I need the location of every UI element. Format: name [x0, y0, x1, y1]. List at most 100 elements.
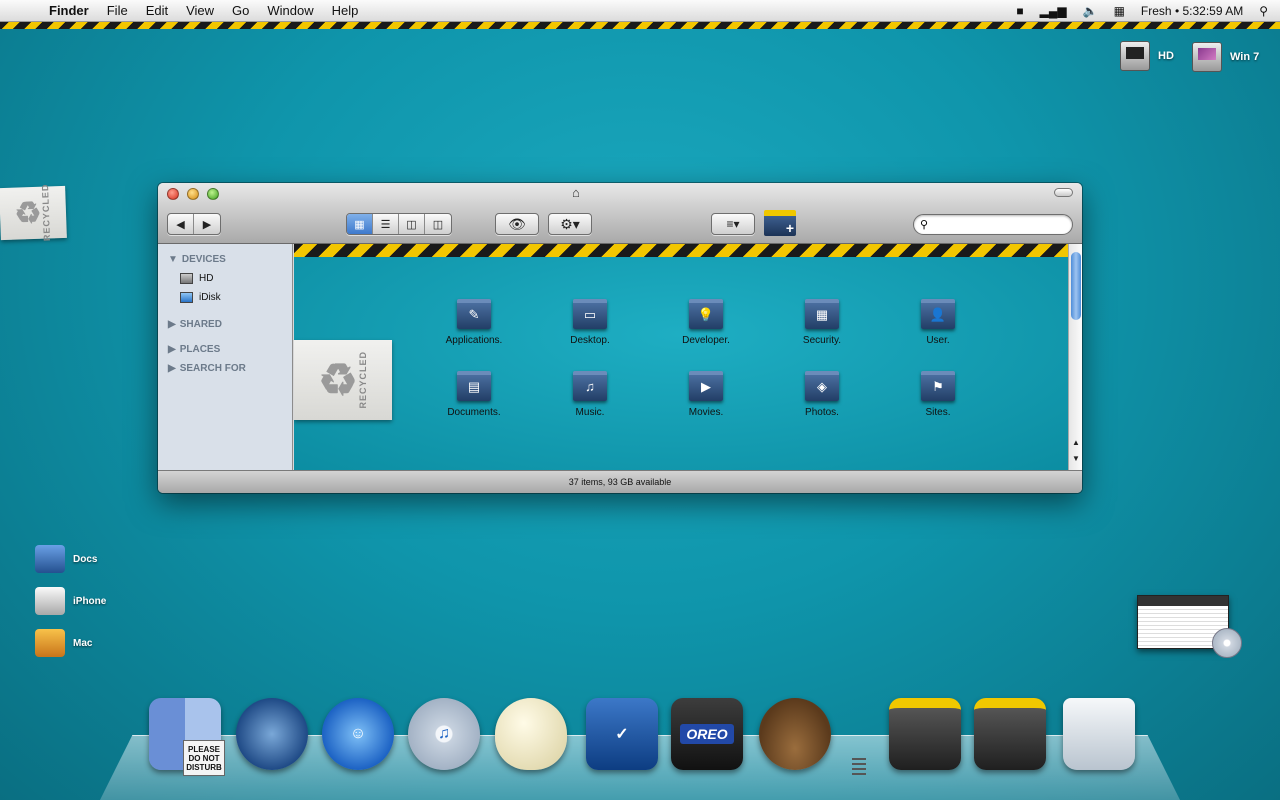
new-folder-button[interactable]: +	[764, 210, 796, 236]
hazard-stripe	[294, 244, 1068, 257]
sidebar-section-shared[interactable]: ▶ SHARED	[158, 315, 292, 334]
dock-item-firefox[interactable]	[233, 695, 311, 773]
finder-content-area: ♻ RECYCLED ✎ Applications. ▭ Desktop. 💡 …	[294, 244, 1068, 470]
sidebar-item-idisk[interactable]: iDisk	[158, 288, 292, 307]
folder-developer[interactable]: 💡 Developer.	[666, 299, 746, 346]
sidebar-header-label: PLACES	[179, 344, 221, 355]
folder-label: Sites.	[925, 407, 951, 418]
itunes-disc-icon	[1212, 628, 1242, 658]
sidebar-item-hd[interactable]: HD	[158, 269, 292, 288]
folder-label: Security.	[802, 335, 842, 346]
recycled-tag-text: RECYCLED	[357, 351, 368, 409]
desktop-drive-hd[interactable]: HD	[1120, 41, 1174, 71]
folder-desktop[interactable]: ▭ Desktop.	[550, 299, 630, 346]
menu-app-name[interactable]: Finder	[40, 3, 98, 18]
menu-clock[interactable]: • 5:32:59 AM	[1175, 4, 1243, 18]
dock-item-itunes[interactable]: ♫	[405, 695, 483, 773]
folder-label: Applications.	[445, 335, 503, 346]
folder-user[interactable]: 👤 User.	[898, 299, 978, 346]
menu-edit[interactable]: Edit	[137, 3, 177, 18]
quick-look-button[interactable]: 👁	[495, 213, 539, 235]
window-preview-thumbnail[interactable]	[1137, 595, 1242, 658]
disclosure-closed-icon: ▶	[168, 319, 176, 330]
folder-security[interactable]: ▦ Security.	[782, 299, 862, 346]
scroll-down-arrow-icon[interactable]: ▼	[1069, 454, 1082, 468]
menu-view[interactable]: View	[177, 3, 223, 18]
recycled-tag: ♻ RECYCLED	[294, 340, 392, 420]
folder-documents[interactable]: ▤ Documents.	[434, 371, 514, 418]
bluetooth-icon[interactable]: ■	[1016, 4, 1023, 18]
sidebar-section-devices[interactable]: ▼ DEVICES	[158, 250, 292, 269]
itunes-icon: ♫	[408, 698, 480, 770]
blue-robot-icon	[35, 545, 65, 573]
bird-nest-icon	[759, 698, 831, 770]
minimize-button[interactable]	[187, 188, 199, 200]
desktop-item-iphone[interactable]: iPhone	[35, 587, 106, 615]
dock-item-downloads-stack[interactable]	[971, 695, 1049, 773]
user-name[interactable]: Fresh	[1141, 4, 1172, 18]
spotlight-search-icon[interactable]: ⚲	[1259, 4, 1268, 18]
dock-item-tasks[interactable]: ✓	[583, 695, 661, 773]
navigation-buttons: ◀ ▶	[167, 213, 221, 235]
windows-drive-icon	[1192, 42, 1222, 72]
close-button[interactable]	[167, 188, 179, 200]
coverflow-view-button[interactable]: ◫	[425, 214, 451, 234]
eye-icon: 👁	[508, 215, 526, 232]
folder-sites[interactable]: ⚑ Sites.	[898, 371, 978, 418]
scrollbar-thumb[interactable]	[1071, 252, 1081, 320]
hard-drive-icon	[180, 273, 193, 284]
action-menu-button[interactable]: ⚙▾	[548, 213, 592, 235]
desktop-item-mac[interactable]: Mac	[35, 629, 92, 657]
sidebar-section-search-for[interactable]: ▶ SEARCH FOR	[158, 359, 292, 378]
user-folder-icon: 👤	[921, 299, 955, 329]
list-view-button[interactable]: ☰	[373, 214, 399, 234]
folder-music[interactable]: ♫ Music.	[550, 371, 630, 418]
disclosure-closed-icon: ▶	[168, 344, 176, 355]
recycle-icon: ♻	[318, 355, 358, 405]
hard-drive-icon	[1120, 41, 1150, 71]
forward-button[interactable]: ▶	[194, 214, 220, 234]
dock-item-oreo[interactable]: OREO	[668, 695, 746, 773]
flag-icon[interactable]: ▦	[1114, 4, 1125, 18]
volume-icon[interactable]: 🔈	[1083, 4, 1098, 18]
folder-movies[interactable]: ▶ Movies.	[666, 371, 746, 418]
folder-applications[interactable]: ✎ Applications.	[434, 299, 514, 346]
desktop-item-label: Mac	[73, 637, 93, 649]
search-input[interactable]	[932, 218, 1075, 231]
dock-item-tweetie[interactable]	[756, 695, 834, 773]
sidebar-header-label: SEARCH FOR	[179, 363, 246, 374]
menu-help[interactable]: Help	[323, 3, 368, 18]
signal-bars-icon[interactable]: ▂▄▆	[1040, 4, 1067, 18]
sidebar-section-places[interactable]: ▶ PLACES	[158, 340, 292, 359]
desktop-drive-win7[interactable]: Win 7	[1192, 42, 1259, 72]
back-button[interactable]: ◀	[168, 214, 194, 234]
menu-file[interactable]: File	[98, 3, 137, 18]
dock-item-egg[interactable]	[492, 695, 570, 773]
toolbar-toggle-button[interactable]	[1054, 188, 1073, 197]
icon-view-button[interactable]: ▦	[347, 214, 373, 234]
firefox-icon	[236, 698, 308, 770]
dock-item-trash[interactable]	[1060, 695, 1138, 773]
dock-item-movies-stack[interactable]	[886, 695, 964, 773]
folder-label: Documents.	[447, 407, 501, 418]
vertical-scrollbar[interactable]: ▲ ▼	[1068, 244, 1082, 470]
column-view-button[interactable]: ◫	[399, 214, 425, 234]
arrange-menu-button[interactable]: ≡▾	[711, 213, 755, 235]
tasks-checkbox-icon: ✓	[586, 698, 658, 770]
folder-photos[interactable]: ◈ Photos.	[782, 371, 862, 418]
folder-label: Developer.	[682, 335, 730, 346]
recycle-icon: ♻	[13, 196, 43, 231]
menu-window[interactable]: Window	[258, 3, 322, 18]
trash-icon	[1063, 698, 1135, 770]
zoom-button[interactable]	[207, 188, 219, 200]
finder-sidebar: ▼ DEVICES HD iDisk ▶ SHARED ▶ PLACES ▶ S…	[158, 244, 293, 470]
sidebar-item-label: HD	[199, 273, 214, 284]
dock-item-ichat[interactable]: ☺	[319, 695, 397, 773]
menu-bar: Finder File Edit View Go Window Help ■ ▂…	[0, 0, 1280, 22]
search-field[interactable]: ⚲	[913, 214, 1075, 235]
desktop-item-docs[interactable]: Docs	[35, 545, 97, 573]
scroll-up-arrow-icon[interactable]: ▲	[1069, 438, 1082, 452]
oreo-icon: OREO	[671, 698, 743, 770]
menu-go[interactable]: Go	[223, 3, 258, 18]
music-folder-icon: ♫	[573, 371, 607, 401]
